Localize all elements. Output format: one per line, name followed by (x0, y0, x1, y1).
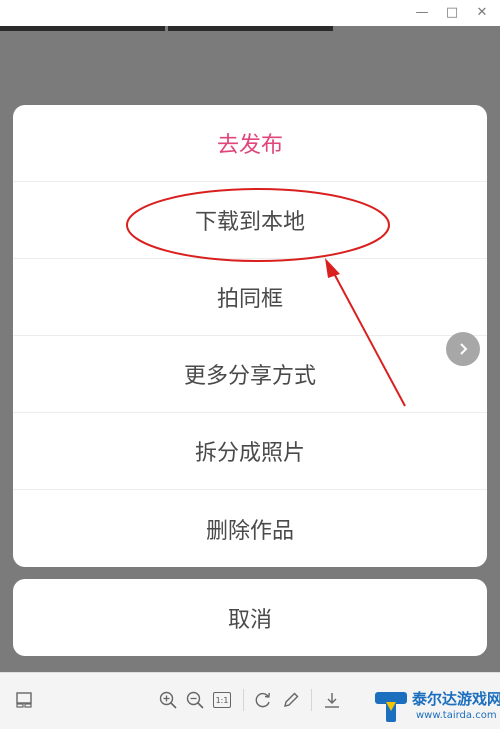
watermark-title: 泰尔达游戏网 (412, 690, 500, 708)
toolbar-separator (243, 689, 244, 711)
zoom-out-icon[interactable] (183, 688, 207, 712)
next-image-button[interactable] (446, 332, 480, 366)
actual-size-label: 1:1 (213, 692, 231, 708)
maximize-button[interactable]: □ (440, 3, 464, 23)
window-titlebar: — □ ✕ (0, 0, 500, 26)
toolbar-separator (311, 689, 312, 711)
minimize-button[interactable]: — (410, 3, 434, 23)
cancel-button[interactable]: 取消 (13, 579, 487, 656)
edit-icon[interactable] (279, 688, 303, 712)
delete-work-option[interactable]: 删除作品 (13, 490, 487, 567)
watermark-logo-icon (375, 692, 407, 722)
actual-size-icon[interactable]: 1:1 (210, 688, 234, 712)
more-share-option[interactable]: 更多分享方式 (13, 336, 487, 413)
same-frame-option[interactable]: 拍同框 (13, 259, 487, 336)
rotate-icon[interactable] (251, 688, 275, 712)
image-edge-strip (168, 26, 333, 31)
split-to-photos-option[interactable]: 拆分成照片 (13, 413, 487, 490)
publish-option[interactable]: 去发布 (13, 105, 487, 182)
chevron-right-icon (460, 343, 468, 355)
gallery-icon[interactable] (12, 688, 36, 712)
image-edge-strip (0, 26, 165, 31)
watermark-url: www.tairda.com (416, 710, 497, 721)
action-sheet: 去发布 下载到本地 拍同框 更多分享方式 拆分成照片 删除作品 (13, 105, 487, 567)
zoom-in-icon[interactable] (156, 688, 180, 712)
download-icon[interactable] (320, 688, 344, 712)
site-watermark: 泰尔达游戏网 www.tairda.com (370, 686, 500, 726)
close-button[interactable]: ✕ (470, 3, 494, 23)
download-to-local-option[interactable]: 下载到本地 (13, 182, 487, 259)
